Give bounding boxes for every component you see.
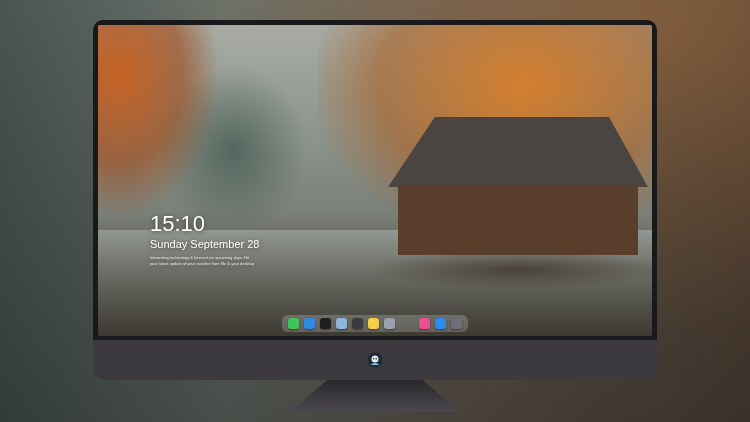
- lock-clock: 15:10Sunday September 28 Interesting tech…: [150, 211, 259, 267]
- wallpaper-shore: [368, 250, 652, 290]
- dock-app-icon[interactable]: [320, 318, 331, 329]
- lock-note-line: Interesting technology & forecast on upc…: [150, 255, 259, 261]
- page: 15:10Sunday September 28 Interesting tech…: [0, 0, 750, 422]
- monitor-bezel: 15:10Sunday September 28 Interesting tech…: [93, 20, 657, 340]
- monitor-neck: [290, 380, 460, 412]
- dock-app-icon[interactable]: [435, 318, 446, 329]
- wallpaper-cabin: [398, 185, 638, 255]
- lock-note-line: your latest update of your weather from …: [150, 261, 259, 267]
- dock-spacer: [400, 318, 414, 329]
- clock-time: 15:10: [150, 211, 259, 237]
- dock-app-icon[interactable]: [451, 318, 462, 329]
- dock-app-icon[interactable]: [304, 318, 315, 329]
- screen: 15:10Sunday September 28 Interesting tech…: [98, 25, 652, 336]
- wallpaper-photo: [98, 25, 652, 336]
- dock-app-icon[interactable]: [419, 318, 430, 329]
- dock-app-icon[interactable]: [384, 318, 395, 329]
- lock-note: Interesting technology & forecast on upc…: [150, 255, 259, 267]
- dock: [282, 315, 468, 332]
- clock-date: Sunday September 28: [150, 237, 259, 251]
- monitor: 15:10Sunday September 28 Interesting tech…: [0, 0, 750, 412]
- dock-app-icon[interactable]: [352, 318, 363, 329]
- monitor-chin: [93, 340, 657, 380]
- brand-logo-icon: [367, 352, 383, 368]
- dock-app-icon[interactable]: [368, 318, 379, 329]
- wallpaper-foliage-left: [98, 25, 218, 215]
- dock-app-icon[interactable]: [288, 318, 299, 329]
- dock-app-icon[interactable]: [336, 318, 347, 329]
